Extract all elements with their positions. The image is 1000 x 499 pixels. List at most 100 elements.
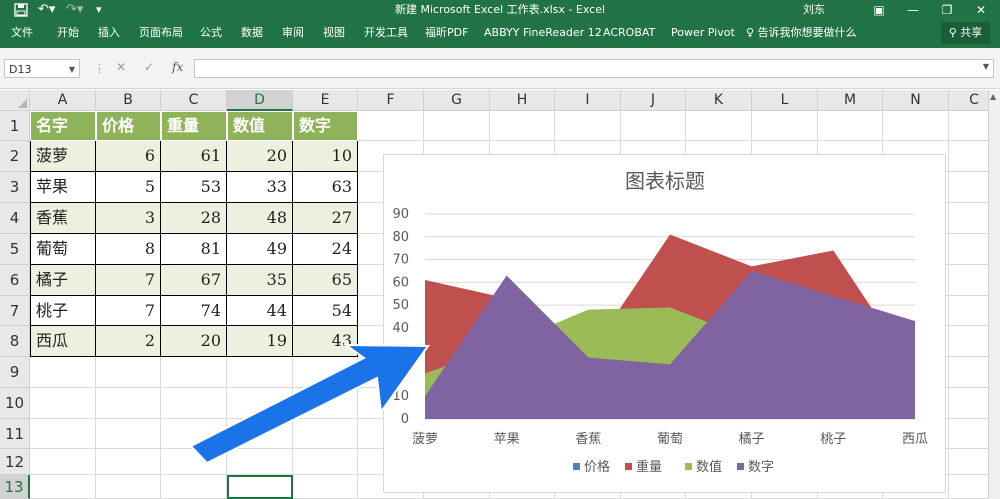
expand-formula-icon[interactable]: ▼ (983, 62, 989, 71)
legend-label[interactable]: 数字 (748, 460, 774, 475)
minimize-button[interactable]: — (896, 0, 930, 20)
table-header-cell[interactable]: 数字 (293, 111, 358, 141)
scroll-up-icon[interactable]: ▲ (990, 92, 996, 101)
column-header-13[interactable]: N (883, 90, 949, 111)
table-cell[interactable]: 67 (161, 265, 227, 296)
table-cell[interactable]: 53 (161, 172, 227, 203)
column-header-4[interactable]: E (293, 90, 358, 111)
tab-review[interactable]: 审阅 (282, 20, 304, 48)
table-cell[interactable]: 7 (96, 296, 161, 326)
table-cell[interactable]: 19 (227, 326, 293, 357)
table-cell[interactable]: 81 (161, 234, 227, 265)
row-header-13[interactable]: 13 (0, 475, 30, 499)
name-box[interactable]: D13 ▼ (4, 59, 80, 78)
table-cell[interactable]: 74 (161, 296, 227, 326)
tab-view[interactable]: 视图 (323, 20, 345, 48)
insert-function-icon[interactable]: fx (172, 60, 183, 74)
drag-handle-icon[interactable]: ⋮ (94, 62, 105, 75)
table-cell[interactable]: 27 (293, 203, 358, 234)
column-header-7[interactable]: H (490, 90, 555, 111)
table-cell[interactable]: 西瓜 (30, 326, 96, 357)
column-header-9[interactable]: J (621, 90, 686, 111)
table-cell[interactable]: 48 (227, 203, 293, 234)
table-cell[interactable]: 苹果 (30, 172, 96, 203)
chart-title[interactable]: 图表标题 (625, 169, 705, 193)
tab-acrobat[interactable]: ACROBAT (603, 20, 655, 48)
table-cell[interactable]: 44 (227, 296, 293, 326)
table-cell[interactable]: 5 (96, 172, 161, 203)
column-header-5[interactable]: F (358, 90, 424, 111)
tab-power-pivot[interactable]: Power Pivot (671, 20, 735, 48)
row-header-1[interactable]: 1 (0, 111, 30, 141)
legend-label[interactable]: 重量 (636, 459, 662, 475)
vertical-scrollbar[interactable]: ▲ (988, 90, 1000, 499)
formula-input[interactable]: ▼ (194, 59, 994, 78)
row-header-5[interactable]: 5 (0, 234, 30, 265)
table-header-cell[interactable]: 价格 (96, 111, 161, 141)
row-header-9[interactable]: 9 (0, 357, 30, 388)
tab-insert[interactable]: 插入 (98, 20, 120, 48)
tab-foxit-pdf[interactable]: 福昕PDF (425, 20, 468, 48)
column-header-12[interactable]: M (818, 90, 883, 111)
table-cell[interactable]: 43 (293, 326, 358, 357)
table-cell[interactable]: 20 (161, 326, 227, 357)
user-name[interactable]: 刘东 (803, 0, 825, 20)
table-cell[interactable]: 2 (96, 326, 161, 357)
table-cell[interactable]: 10 (293, 141, 358, 172)
row-header-7[interactable]: 7 (0, 296, 30, 326)
column-header-3[interactable]: D (227, 90, 293, 111)
table-header-cell[interactable]: 重量 (161, 111, 227, 141)
table-cell[interactable]: 33 (227, 172, 293, 203)
tab-formulas[interactable]: 公式 (200, 20, 222, 48)
table-cell[interactable]: 橘子 (30, 265, 96, 296)
close-button[interactable]: ✕ (964, 0, 998, 20)
table-cell[interactable]: 7 (96, 265, 161, 296)
table-cell[interactable]: 香蕉 (30, 203, 96, 234)
table-cell[interactable]: 49 (227, 234, 293, 265)
table-cell[interactable]: 61 (161, 141, 227, 172)
area-chart[interactable]: 图表标题 0 10 20 30 40 50 60 70 80 90 菠萝 苹果 香蕉 葡萄 橘子 桃子 西瓜 价格 重… (383, 154, 946, 493)
ribbon-display-icon[interactable]: ▣ (862, 0, 896, 20)
table-cell[interactable]: 8 (96, 234, 161, 265)
active-cell-d13[interactable] (227, 475, 293, 499)
tab-home[interactable]: 开始 (57, 20, 79, 48)
table-cell[interactable]: 3 (96, 203, 161, 234)
chevron-down-icon[interactable]: ▼ (69, 60, 75, 79)
table-cell[interactable]: 35 (227, 265, 293, 296)
row-header-8[interactable]: 8 (0, 326, 30, 357)
row-header-10[interactable]: 10 (0, 388, 30, 419)
column-header-10[interactable]: K (686, 90, 752, 111)
tell-me-search[interactable]: ♀ 告诉我你想要做什么 (746, 20, 857, 48)
tab-developer[interactable]: 开发工具 (364, 20, 408, 48)
table-cell[interactable]: 28 (161, 203, 227, 234)
legend-label[interactable]: 数值 (696, 459, 722, 475)
cancel-icon[interactable]: ✕ (116, 60, 126, 74)
select-all-corner[interactable] (0, 90, 30, 111)
table-cell[interactable]: 63 (293, 172, 358, 203)
table-cell[interactable]: 54 (293, 296, 358, 326)
row-header-4[interactable]: 4 (0, 203, 30, 234)
column-header-0[interactable]: A (30, 90, 96, 111)
tab-abbyy[interactable]: ABBYY FineReader 12 (484, 20, 602, 48)
table-header-cell[interactable]: 数值 (227, 111, 293, 141)
table-cell[interactable]: 葡萄 (30, 234, 96, 265)
row-header-6[interactable]: 6 (0, 265, 30, 296)
share-button[interactable]: ⚲ 共享 (941, 22, 990, 44)
legend-label[interactable]: 价格 (584, 459, 610, 475)
restore-button[interactable]: ❐ (930, 0, 964, 20)
column-header-6[interactable]: G (424, 90, 490, 111)
row-header-3[interactable]: 3 (0, 172, 30, 203)
row-header-12[interactable]: 12 (0, 449, 30, 475)
table-cell[interactable]: 24 (293, 234, 358, 265)
tab-data[interactable]: 数据 (241, 20, 263, 48)
column-header-2[interactable]: C (161, 90, 227, 111)
enter-icon[interactable]: ✓ (144, 60, 154, 74)
table-cell[interactable]: 65 (293, 265, 358, 296)
table-cell[interactable]: 桃子 (30, 296, 96, 326)
column-header-8[interactable]: I (555, 90, 621, 111)
column-header-11[interactable]: L (752, 90, 818, 111)
table-cell[interactable]: 6 (96, 141, 161, 172)
tab-page-layout[interactable]: 页面布局 (139, 20, 183, 48)
row-header-2[interactable]: 2 (0, 141, 30, 172)
table-header-cell[interactable]: 名字 (30, 111, 96, 141)
